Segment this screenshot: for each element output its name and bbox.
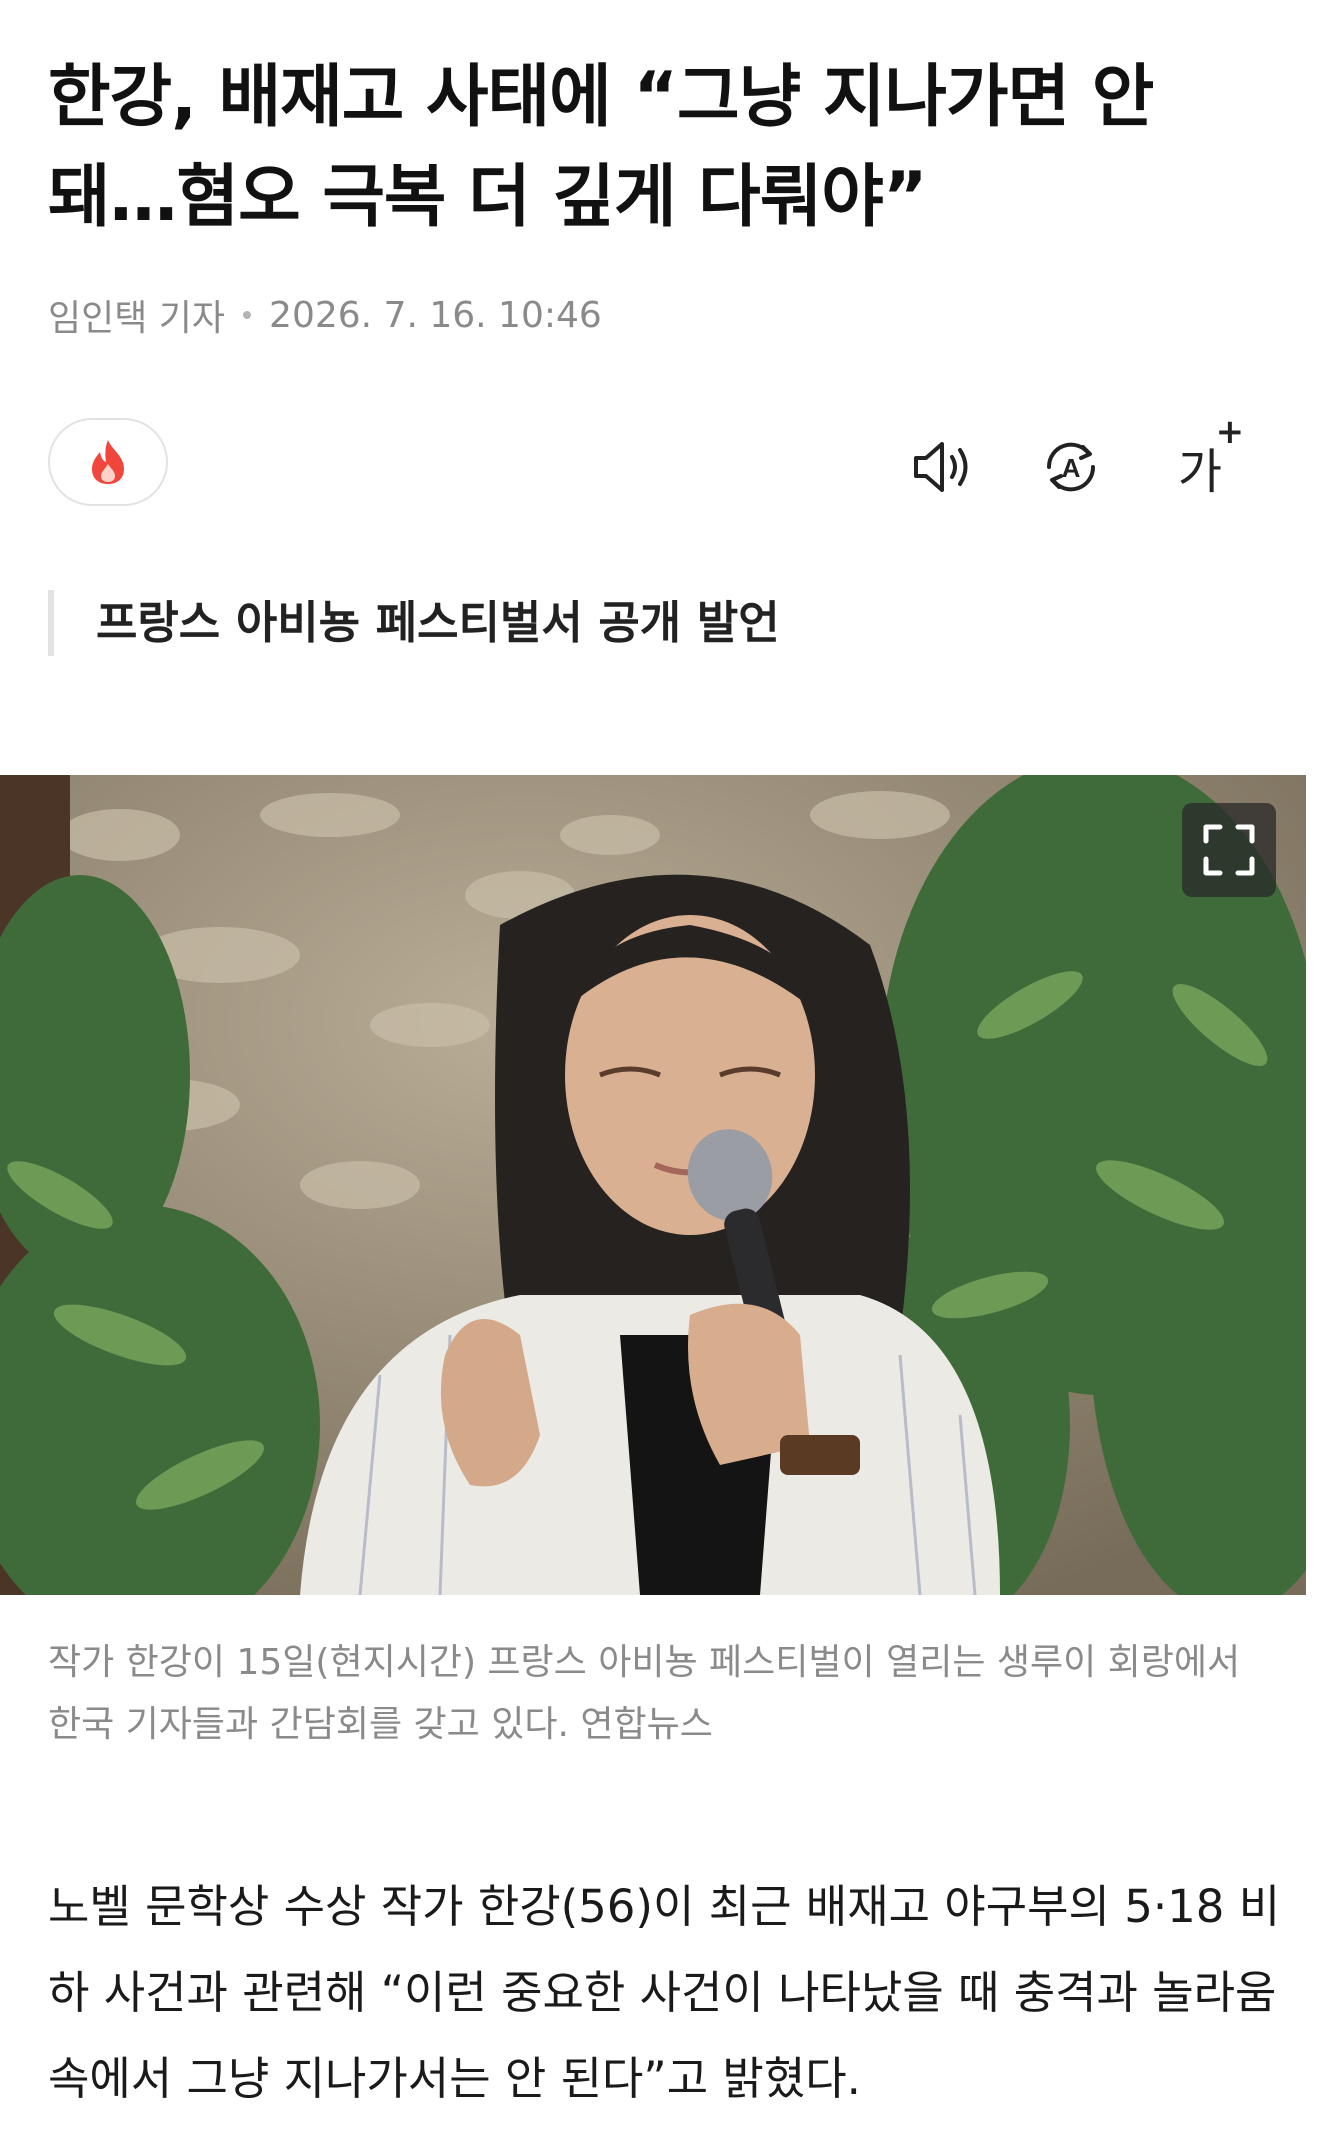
article-photo[interactable] [0, 775, 1306, 1595]
font-size-icon: 가 + [1177, 412, 1245, 500]
translate-icon: A [1046, 442, 1096, 492]
font-size-button[interactable]: 가 + [1160, 412, 1245, 502]
photo-caption: 작가 한강이 15일(현지시간) 프랑스 아비뇽 페스티벌이 열리는 생루이 회… [48, 1642, 1241, 1745]
author-name[interactable]: 임인택 기자 [48, 289, 225, 341]
photo-illustration [0, 775, 1306, 1595]
article-toolbar: A 가 + [48, 412, 1248, 510]
byline: 임인택 기자 2026. 7. 16. 10:46 [48, 290, 602, 340]
listen-button[interactable] [908, 432, 978, 502]
expand-icon [1203, 824, 1255, 876]
speaker-icon [914, 442, 968, 492]
article-body: 노벨 문학상 수상 작가 한강(56)이 최근 배재고 야구부의 5·18 비하… [48, 1880, 1281, 2105]
translate-button[interactable]: A [1036, 432, 1106, 502]
publish-date: 2026. 7. 16. 10:46 [269, 294, 602, 336]
separator-dot [243, 311, 252, 319]
fire-icon [92, 440, 124, 484]
svg-text:A: A [1062, 453, 1081, 483]
reaction-button[interactable] [48, 418, 168, 506]
expand-photo-button[interactable] [1182, 803, 1276, 897]
article-headline: 한강, 배재고 사태에 “그냥 지나가면 안 돼…혐오 극복 더 깊게 다뤄야” [48, 58, 1154, 237]
article-subheadline: 프랑스 아비뇽 페스티벌서 공개 발언 [48, 590, 780, 656]
